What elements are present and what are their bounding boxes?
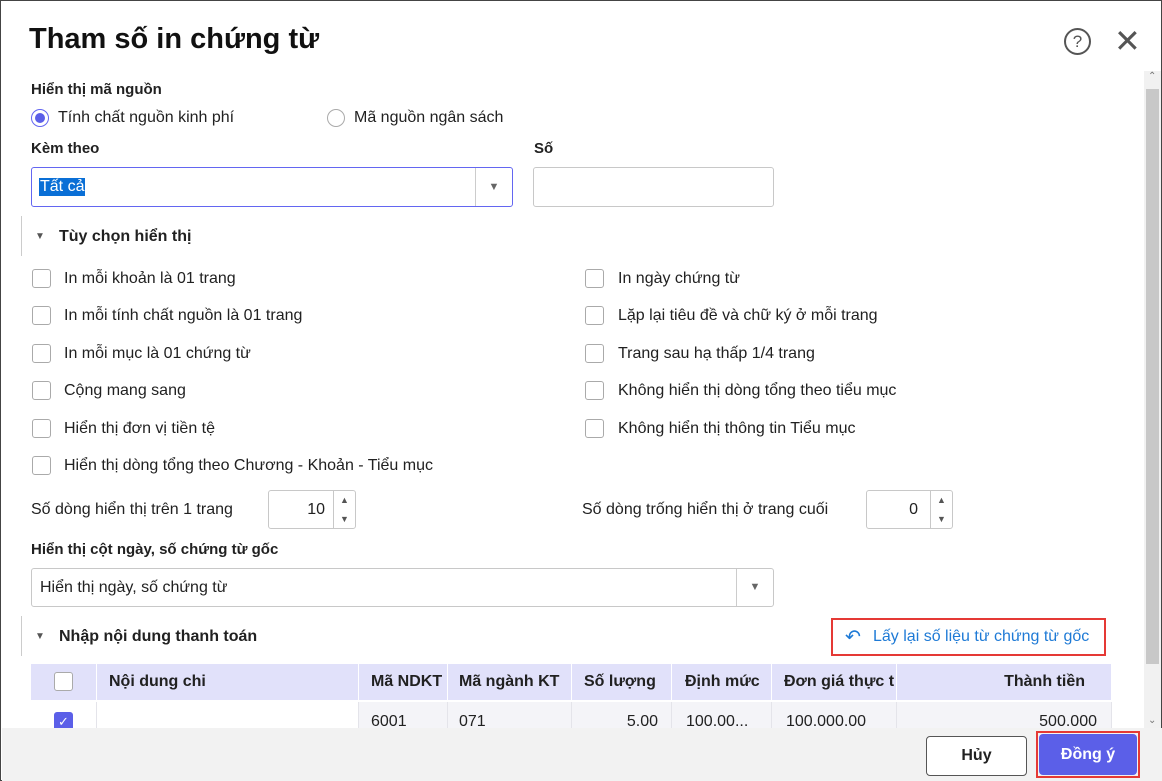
undo-arrow-icon: ↶ — [845, 627, 861, 648]
collapse-caret-icon[interactable]: ▼ — [35, 231, 45, 242]
increment-icon[interactable]: ▲ — [333, 491, 355, 510]
option-checkbox[interactable] — [585, 381, 604, 400]
attach-select[interactable]: Tất cả ▼ — [31, 167, 513, 207]
option-label: Không hiển thị thông tin Tiểu mục — [618, 420, 856, 437]
option-checkbox[interactable] — [32, 269, 51, 288]
chevron-down-icon[interactable]: ▼ — [475, 168, 512, 206]
option-label: Không hiển thị dòng tổng theo tiểu mục — [618, 382, 897, 399]
option-label: In mỗi tính chất nguồn là 01 trang — [64, 307, 303, 324]
col-header[interactable]: Mã NDKT — [359, 664, 448, 700]
vertical-scrollbar[interactable]: ⌃ ⌄ — [1144, 71, 1161, 728]
option-label: Hiển thị đơn vị tiền tệ — [64, 420, 216, 437]
divider — [21, 216, 22, 256]
header-select-all[interactable] — [31, 664, 97, 700]
date-col-value: Hiển thị ngày, số chứng từ — [40, 579, 228, 596]
scroll-down-icon[interactable]: ⌄ — [1148, 715, 1156, 726]
date-col-label: Hiển thị cột ngày, số chứng từ gốc — [31, 541, 279, 558]
attach-label: Kèm theo — [31, 140, 100, 157]
close-icon[interactable]: ✕ — [1114, 23, 1141, 59]
radio-budget-source[interactable] — [327, 109, 345, 127]
radio-funding-nature[interactable] — [31, 109, 49, 127]
col-header[interactable]: Mã ngành KT — [448, 664, 572, 700]
source-display-label: Hiển thị mã nguồn — [31, 81, 162, 98]
blank-rows-stepper[interactable]: 0 ▲ ▼ — [866, 490, 953, 529]
radio-budget-source-label: Mã nguồn ngân sách — [354, 109, 504, 126]
blank-rows-label: Số dòng trống hiển thị ở trang cuối — [582, 501, 829, 518]
scroll-up-icon[interactable]: ⌃ — [1148, 71, 1156, 82]
option-checkbox[interactable] — [585, 269, 604, 288]
option-checkbox[interactable] — [32, 381, 51, 400]
number-label: Số — [534, 140, 554, 157]
payment-section-title[interactable]: Nhập nội dung thanh toán — [59, 628, 257, 646]
decrement-icon[interactable]: ▼ — [930, 509, 952, 528]
option-checkbox[interactable] — [585, 419, 604, 438]
option-label: In mỗi mục là 01 chứng từ — [64, 345, 251, 362]
blank-rows-value: 0 — [909, 501, 918, 518]
col-header[interactable]: Số lượng — [572, 664, 672, 700]
option-label: Hiển thị dòng tổng theo Chương - Khoản -… — [64, 457, 433, 474]
scrollbar-thumb[interactable] — [1146, 89, 1159, 664]
rows-per-page-value: 10 — [307, 501, 325, 518]
col-header[interactable]: Đơn giá thực t — [772, 664, 897, 700]
dialog-footer: Hủy Đồng ý — [2, 728, 1162, 781]
option-checkbox[interactable] — [585, 306, 604, 325]
option-checkbox[interactable] — [32, 456, 51, 475]
display-options-title[interactable]: Tùy chọn hiển thị — [59, 228, 191, 246]
option-label: Lặp lại tiêu đề và chữ ký ở mỗi trang — [618, 307, 878, 324]
option-label: In mỗi khoản là 01 trang — [64, 270, 236, 287]
date-col-select[interactable]: Hiển thị ngày, số chứng từ ▼ — [31, 568, 774, 607]
number-input[interactable] — [533, 167, 774, 207]
select-all-checkbox[interactable] — [54, 672, 73, 691]
option-label: Cộng mang sang — [64, 382, 186, 399]
reload-link-label: Lấy lại số liệu từ chứng từ gốc — [873, 628, 1090, 645]
ok-button[interactable]: Đồng ý — [1039, 734, 1137, 775]
option-checkbox[interactable] — [32, 344, 51, 363]
dialog-title: Tham số in chứng từ — [29, 23, 320, 55]
collapse-caret-icon[interactable]: ▼ — [35, 631, 45, 642]
print-params-dialog: Tham số in chứng từ ? ✕ Hiển thị mã nguồ… — [0, 0, 1162, 781]
col-header[interactable]: Nội dung chi — [97, 664, 359, 700]
divider — [21, 616, 22, 656]
radio-funding-nature-label: Tính chất nguồn kinh phí — [58, 109, 235, 126]
rows-per-page-stepper[interactable]: 10 ▲ ▼ — [268, 490, 356, 529]
help-icon[interactable]: ? — [1064, 28, 1091, 55]
reload-link[interactable]: ↶ Lấy lại số liệu từ chứng từ gốc — [831, 618, 1106, 656]
rows-per-page-label: Số dòng hiển thị trên 1 trang — [31, 501, 233, 518]
cancel-button[interactable]: Hủy — [926, 736, 1027, 776]
attach-value: Tất cả — [39, 178, 86, 196]
option-label: Trang sau hạ thấp 1/4 trang — [618, 345, 815, 362]
increment-icon[interactable]: ▲ — [930, 491, 952, 510]
chevron-down-icon[interactable]: ▼ — [736, 569, 773, 606]
col-header[interactable]: Định mức — [672, 664, 772, 700]
option-checkbox[interactable] — [585, 344, 604, 363]
decrement-icon[interactable]: ▼ — [333, 509, 355, 528]
col-header[interactable]: Thành tiền — [897, 664, 1112, 700]
option-checkbox[interactable] — [32, 306, 51, 325]
option-checkbox[interactable] — [32, 419, 51, 438]
option-label: In ngày chứng từ — [618, 270, 740, 287]
